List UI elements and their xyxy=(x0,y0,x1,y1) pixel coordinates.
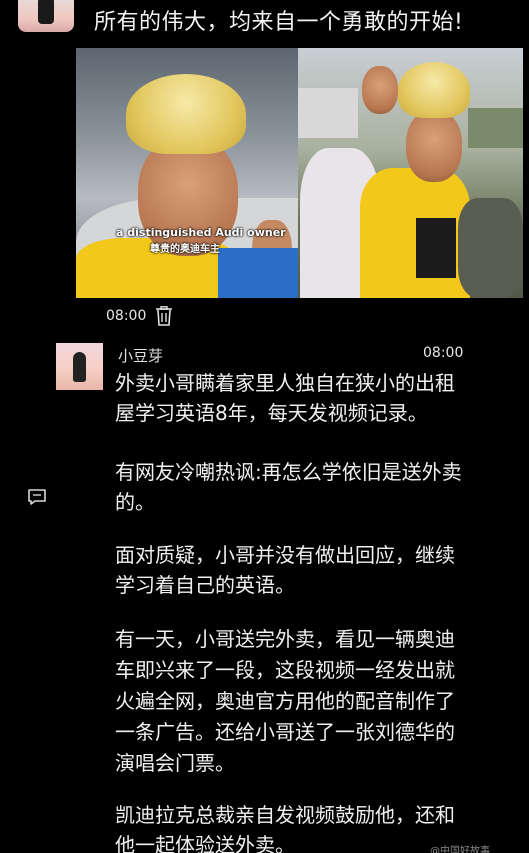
avatar-user[interactable] xyxy=(56,343,103,390)
comment-icon[interactable] xyxy=(27,488,47,506)
post-line: 面对质疑，小哥并没有做出回应，继续 xyxy=(115,543,455,567)
video-caption-zh: 尊贵的奥迪车主 xyxy=(150,244,220,255)
video-caption-en: a distinguished Audi owner xyxy=(116,226,286,239)
post-line: 凯迪拉克总裁亲自发视频鼓励他，还和 xyxy=(115,803,455,827)
post-line: 火遍全网，奥迪官方用他的配音制作了 xyxy=(115,689,455,713)
license-plate xyxy=(218,248,298,298)
post-line: 演唱会门票。 xyxy=(115,751,235,775)
avatar-top[interactable] xyxy=(18,0,74,32)
post-line: 的。 xyxy=(115,490,155,514)
post-line: 屋学习英语8年，每天发视频记录。 xyxy=(115,401,428,425)
page: 所有的伟大，均来自一个勇敢的开始! a distinguished Audi o… xyxy=(0,0,529,853)
post-line: 一条广告。还给小哥送了一张刘德华的 xyxy=(115,720,455,744)
post-line: 外卖小哥瞒着家里人独自在狭小的出租 xyxy=(115,371,455,395)
post-timestamp: 08:00 xyxy=(423,345,464,361)
post-line: 学习着自己的英语。 xyxy=(115,573,295,597)
post-line: 有网友冷嘲热讽:再怎么学依旧是送外卖 xyxy=(115,460,462,484)
post-line: 有一天，小哥送完外卖，看见一辆奥迪 xyxy=(115,627,455,651)
photo-right[interactable] xyxy=(298,48,523,298)
timestamp: 08:00 xyxy=(106,308,147,324)
post-text-top: 所有的伟大，均来自一个勇敢的开始! xyxy=(94,10,464,35)
post-line: 车即兴来了一段，这段视频一经发出就 xyxy=(115,658,455,682)
username[interactable]: 小豆芽 xyxy=(118,345,163,366)
trash-icon[interactable] xyxy=(155,306,173,326)
watermark: @中国好故事 xyxy=(430,846,490,853)
